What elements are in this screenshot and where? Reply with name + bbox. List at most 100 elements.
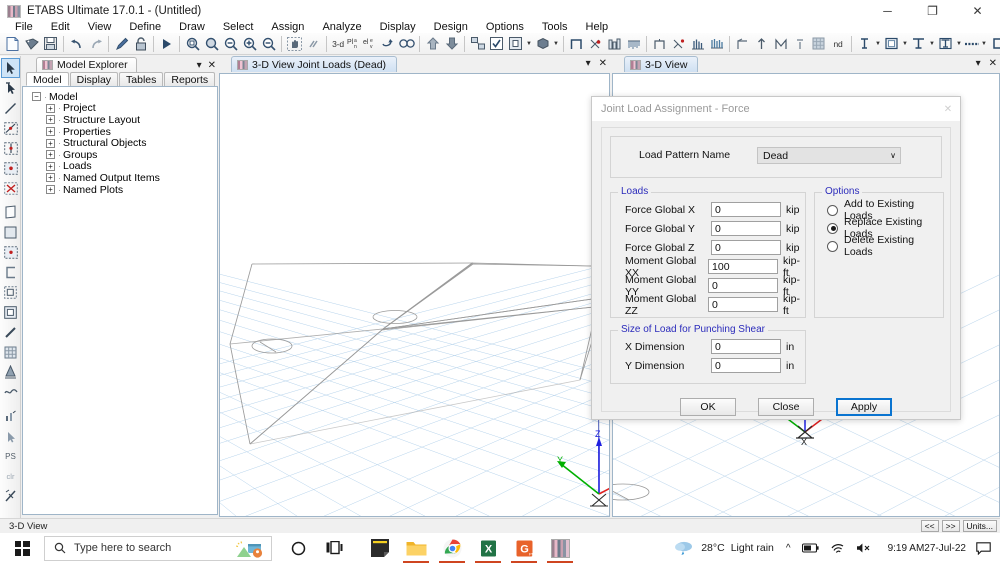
draw-window-icon[interactable] [1,302,20,322]
load-field-input-force-global-y[interactable] [711,221,781,236]
view-left-tab[interactable]: 3-D View Joint Loads (Dead) [231,56,398,72]
punching-field-input-x-dimension[interactable] [711,339,781,354]
release-icon[interactable] [586,34,605,53]
battery-icon[interactable] [801,543,819,553]
pan-icon[interactable] [285,34,304,53]
mass-source-icon[interactable] [771,34,790,53]
deselect-icon[interactable] [1,178,20,198]
extrude-dropdown-caret-icon[interactable]: ▼ [525,34,533,53]
radio-button[interactable] [827,204,838,216]
load-field-input-force-global-x[interactable] [711,202,781,217]
tab-tables[interactable]: Tables [119,72,164,86]
tree-item-properties[interactable]: + · Properties [26,126,214,138]
area-label-icon[interactable] [936,34,955,53]
solid-render-icon[interactable] [533,34,552,53]
menu-item-assign[interactable]: Assign [262,22,313,33]
zoom-extents-icon[interactable] [259,34,278,53]
collapse-icon[interactable]: − [32,92,41,102]
elevation-view-icon[interactable]: el e v [362,34,378,53]
expand-icon[interactable]: + [46,161,55,171]
save-icon[interactable] [41,34,60,53]
menu-item-options[interactable]: Options [477,22,533,33]
solid-render-dropdown-caret-icon[interactable]: ▼ [552,34,560,53]
menu-item-file[interactable]: File [6,22,42,33]
area-label-dropdown-caret-icon[interactable]: ▼ [955,34,963,53]
link-label-dropdown-caret-icon[interactable]: ▼ [980,34,988,53]
zoom-in-icon[interactable] [240,34,259,53]
chevron-down-icon[interactable]: ▾ [197,60,202,71]
tree-item-structural-objects[interactable]: + · Structural Objects [26,137,214,149]
assign-joint-icon[interactable] [1,406,20,426]
volume-muted-icon[interactable] [856,542,872,554]
draw-point-icon[interactable] [1,242,20,262]
text-label-icon[interactable] [855,34,874,53]
joint-label-icon[interactable] [882,34,901,53]
diagram-icon[interactable] [605,34,624,53]
close-icon[interactable]: ✕ [599,58,607,69]
down-one-story-icon[interactable] [442,34,461,53]
draw-secondary-area-icon[interactable] [1,282,20,302]
draw-grid-icon[interactable] [1,342,20,362]
assign-display-icon[interactable] [733,34,752,53]
clock[interactable]: 9:19 AM 27-Jul-22 [888,543,966,554]
status-button-[interactable]: >> [941,520,960,532]
load-field-input-force-global-z[interactable] [711,240,781,255]
clr-label-icon[interactable]: clr [1,466,20,486]
radio-button[interactable] [827,222,838,234]
tab-model[interactable]: Model [26,72,69,86]
draw-line-icon[interactable] [1,98,20,118]
draw-frame-icon[interactable] [1,322,20,342]
text-label-dropdown-caret-icon[interactable]: ▼ [874,34,882,53]
moment-diagram-icon[interactable] [624,34,643,53]
select-window-icon[interactable] [1,118,20,138]
nd-label[interactable]: nd [828,34,848,53]
undo-icon[interactable] [67,34,86,53]
up-one-story-icon[interactable] [423,34,442,53]
redo-icon[interactable] [86,34,105,53]
new-file-icon[interactable] [3,34,22,53]
view-right-tab[interactable]: 3-D View [624,56,699,72]
edit-pencil-icon[interactable] [112,34,131,53]
load-field-input-moment-global-xx[interactable] [708,259,779,274]
menu-item-draw[interactable]: Draw [170,22,214,33]
start-button[interactable] [0,533,44,563]
zoom-previous-icon[interactable] [202,34,221,53]
load-field-input-moment-global-zz[interactable] [708,297,779,312]
grid-plane-icon[interactable] [809,34,828,53]
close-icon[interactable]: ✕ [208,60,216,71]
open-file-icon[interactable] [22,34,41,53]
support-icon[interactable] [650,34,669,53]
tree-item-model[interactable]: − · Model [26,91,214,103]
rubber-band-icon[interactable] [304,34,323,53]
expand-icon[interactable]: + [46,103,55,113]
close-button[interactable]: ✕ [955,0,1000,22]
frame-label-icon[interactable] [909,34,928,53]
punching-field-input-y-dimension[interactable] [711,358,781,373]
draw-quad-area-icon[interactable] [1,202,20,222]
select-object-icon[interactable] [1,78,20,98]
dialog-close-icon[interactable]: ✕ [938,99,958,119]
radio-button[interactable] [827,240,838,252]
menu-item-define[interactable]: Define [120,22,170,33]
frame-section-icon[interactable] [567,34,586,53]
lock-icon[interactable] [131,34,150,53]
draw-link-icon[interactable] [1,382,20,402]
expand-icon[interactable]: + [46,150,55,160]
view-left-canvas[interactable]: 100 Z X Y [219,73,610,517]
select-intersecting-icon[interactable] [1,138,20,158]
load-pattern-combo[interactable]: Dead ∨ [757,147,901,164]
notification-icon[interactable] [976,541,991,555]
tree-item-project[interactable]: + · Project [26,102,214,114]
tree-item-named-plots[interactable]: + · Named Plots [26,184,214,196]
assign-frame-icon[interactable] [1,426,20,446]
wifi-icon[interactable] [830,542,845,554]
tray-expand-chevron-icon[interactable]: ^ [786,543,791,554]
file-explorer-icon[interactable] [398,533,434,563]
ps-label-icon[interactable]: PS [1,446,20,466]
expand-icon[interactable]: + [46,173,55,183]
tree-item-loads[interactable]: + · Loads [26,160,214,172]
tab-reports[interactable]: Reports [164,72,216,86]
model-explorer-tab[interactable]: Model Explorer [36,57,137,72]
section-cut-icon[interactable] [707,34,726,53]
joint-label-dropdown-caret-icon[interactable]: ▼ [901,34,909,53]
